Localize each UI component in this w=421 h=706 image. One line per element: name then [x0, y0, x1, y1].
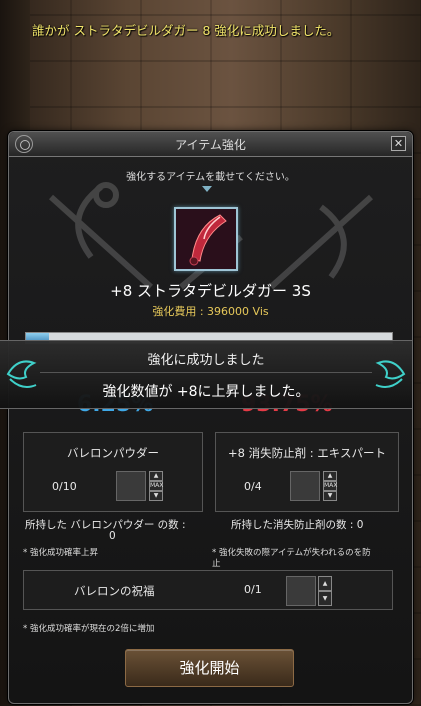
enhance-cost: 強化費用 : 396000 Vis: [152, 305, 269, 318]
close-button[interactable]: ✕: [391, 136, 406, 151]
powder-panel: バレロンパウダー 0/10 ▲ MAX ▼: [23, 432, 203, 512]
success-popup: 強化に成功しました 強化数値が +8に上昇しました。: [0, 340, 412, 409]
blessing-increase-button[interactable]: ▲: [318, 576, 332, 591]
start-enhance-button[interactable]: 強化開始: [125, 649, 294, 687]
window-title: アイテム強化: [175, 138, 246, 152]
right-ornament-icon: [375, 360, 406, 388]
protect-slot[interactable]: [290, 471, 320, 501]
blessing-stepper: ▲ ▼: [318, 576, 332, 606]
blessing-note: * 強化成功確率が現在の2倍に増加: [23, 624, 155, 634]
popup-divider: [40, 372, 372, 373]
protect-max-button[interactable]: MAX: [323, 481, 337, 491]
powder-title: バレロンパウダー: [67, 446, 159, 460]
protect-panel: +8 消失防止剤 : エキスパート 0/4 ▲ MAX ▼: [215, 432, 399, 512]
powder-count: 0/10: [52, 480, 77, 493]
blessing-count: 0/1: [244, 583, 262, 596]
item-slot[interactable]: [174, 207, 238, 271]
blessing-title: バレロンの祝福: [74, 584, 155, 598]
protect-increase-button[interactable]: ▲: [323, 471, 337, 481]
protect-title: +8 消失防止剤 : エキスパート: [228, 446, 386, 460]
drop-arrow-icon: [202, 186, 212, 192]
protect-note-line1: * 強化失敗の際アイテムが失われるのを防: [212, 548, 371, 558]
item-enhance-window: アイテム強化 ✕ 強化するアイテムを載せてください。 +8 ストラタデビルダガー…: [8, 131, 413, 704]
protect-note-line2: 止: [212, 559, 221, 569]
dagger-icon: [189, 214, 227, 266]
blessing-slot[interactable]: [286, 576, 316, 606]
powder-increase-button[interactable]: ▲: [149, 471, 163, 481]
system-message: 誰かが ストラタデビルダガー 8 強化に成功しました。: [32, 23, 340, 38]
powder-slot[interactable]: [116, 471, 146, 501]
protect-count: 0/4: [244, 480, 262, 493]
popup-success-title: 強化に成功しました: [147, 353, 265, 368]
protect-decrease-button[interactable]: ▼: [323, 491, 337, 501]
powder-decrease-button[interactable]: ▼: [149, 491, 163, 501]
powder-note: * 強化成功確率上昇: [23, 548, 98, 558]
item-name: +8 ストラタデビルダガー 3S: [110, 282, 311, 300]
protect-stepper: ▲ MAX ▼: [323, 471, 337, 501]
powder-owned-label: 所持した バレロンパウダー の数 :: [25, 519, 186, 531]
protect-owned: 所持した消失防止剤の数 : 0: [231, 519, 364, 531]
popup-success-message: 強化数値が +8に上昇しました。: [102, 384, 310, 400]
powder-owned-value: 0: [109, 530, 116, 542]
blessing-panel: バレロンの祝福 0/1 ▲ ▼: [23, 570, 393, 610]
powder-stepper: ▲ MAX ▼: [149, 471, 163, 501]
window-titlebar[interactable]: アイテム強化 ✕: [9, 132, 412, 157]
powder-max-button[interactable]: MAX: [149, 481, 163, 491]
blessing-decrease-button[interactable]: ▼: [318, 591, 332, 606]
